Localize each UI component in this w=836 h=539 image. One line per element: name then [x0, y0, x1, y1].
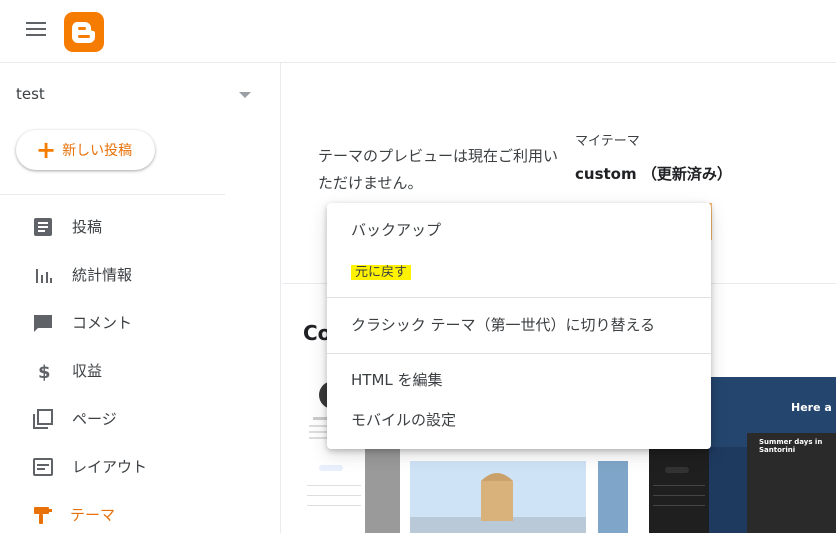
sidebar-nav: 投稿 統計情報 コメント $ 収益 ページ レイアウト テーマ [0, 203, 280, 539]
menu-divider [327, 297, 711, 298]
menu-item-edit-html[interactable]: HTML を編集 [327, 360, 711, 400]
menu-divider [327, 353, 711, 354]
theme-icon [34, 507, 52, 524]
sidebar-item-label: レイアウト [72, 458, 148, 476]
new-post-label: 新しい投稿 [62, 143, 133, 159]
sidebar-item-label: 投稿 [72, 218, 103, 236]
menu-item-backup[interactable]: バックアップ [327, 210, 711, 250]
posts-icon [34, 218, 52, 236]
menu-item-restore[interactable]: 元に戻す [327, 251, 711, 291]
menu-item-switch-classic[interactable]: クラシック テーマ（第一世代）に切り替える [327, 305, 711, 345]
dollar-icon: $ [38, 362, 51, 381]
sidebar-item-label: テーマ [70, 506, 116, 524]
menu-item-restore-label: 元に戻す [351, 265, 412, 280]
dark-theme-post-title: Summer days in Santorini [759, 438, 823, 454]
divider [0, 194, 225, 195]
sidebar-item-layout[interactable]: レイアウト [0, 443, 280, 491]
top-app-bar [0, 0, 836, 63]
dark-theme-header-text: Here a [791, 401, 832, 414]
pages-icon [33, 409, 53, 429]
preview-unavailable-text: テーマのプレビューは現在ご利用いただけません。 [318, 147, 559, 192]
caret-down-icon[interactable] [239, 92, 251, 98]
stats-icon [36, 269, 52, 283]
svg-text:$: $ [38, 362, 51, 381]
sidebar-item-posts[interactable]: 投稿 [0, 203, 280, 251]
theme-actions-menu: バックアップ 元に戻す クラシック テーマ（第一世代）に切り替える HTML を… [327, 203, 711, 449]
sidebar-item-comments[interactable]: コメント [0, 299, 280, 347]
comment-icon [34, 315, 52, 332]
sidebar-item-label: コメント [72, 314, 133, 332]
theme-name: custom （更新済み） [575, 165, 732, 183]
blog-selector-name[interactable]: test [16, 85, 45, 103]
my-theme-label: マイテーマ [575, 134, 640, 149]
sidebar-item-earnings[interactable]: $ 収益 [0, 347, 280, 395]
sidebar-item-pages[interactable]: ページ [0, 395, 280, 443]
sidebar-item-label: 収益 [72, 362, 103, 380]
sidebar-item-stats[interactable]: 統計情報 [0, 251, 280, 299]
blogger-logo-icon[interactable] [64, 12, 104, 52]
new-post-button[interactable]: + 新しい投稿 [16, 130, 155, 170]
plus-icon: + [36, 136, 57, 164]
sidebar-item-label: 統計情報 [72, 266, 133, 284]
menu-icon[interactable] [26, 22, 46, 38]
sidebar-item-label: ページ [72, 410, 117, 428]
layout-icon [33, 458, 53, 476]
menu-item-mobile-settings[interactable]: モバイルの設定 [327, 400, 711, 440]
sidebar-item-theme[interactable]: テーマ [0, 491, 280, 539]
sidebar: test + 新しい投稿 投稿 統計情報 コメント $ 収益 ページ レイアウト [0, 63, 281, 533]
